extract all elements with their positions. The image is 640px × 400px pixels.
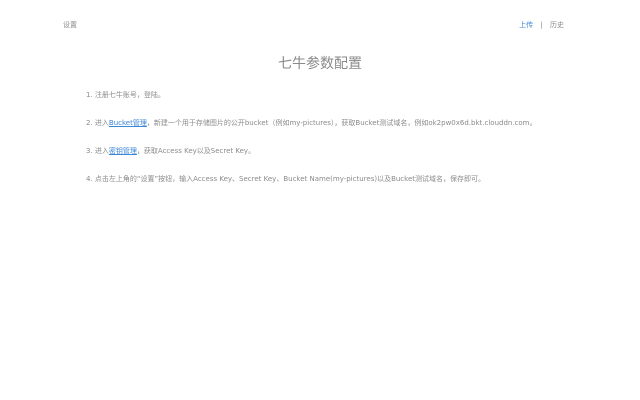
step-4: 4. 点击左上角的“设置”按钮，输入Access Key、Secret Key、… [86,173,606,185]
step-3: 3. 进入密钥管理，获取Access Key以及Secret Key。 [86,145,606,157]
history-link[interactable]: 历史 [550,21,564,29]
bucket-management-link[interactable]: Bucket管理 [109,119,147,127]
step-3-suffix: ，获取Access Key以及Secret Key。 [136,147,256,155]
step-4-text: 4. 点击左上角的“设置”按钮，输入Access Key、Secret Key、… [86,175,486,183]
step-2-suffix: ，新建一个用于存储图片的公开bucket（例如my-pictures），获取Bu… [146,119,537,127]
step-2-prefix: 2. 进入 [86,119,109,127]
setup-steps: 1. 注册七牛账号，登陆。 2. 进入Bucket管理，新建一个用于存储图片的公… [86,89,606,201]
nav-separator: | [540,21,543,29]
page-title: 七牛参数配置 [278,56,362,72]
top-bar: 设置 上传 | 历史 [63,19,564,31]
key-management-link[interactable]: 密钥管理 [109,147,137,155]
qiniu-config-page: 设置 上传 | 历史 七牛参数配置 1. 注册七牛账号，登陆。 2. 进入Buc… [0,0,640,400]
step-3-prefix: 3. 进入 [86,147,109,155]
step-2: 2. 进入Bucket管理，新建一个用于存储图片的公开bucket（例如my-p… [86,117,606,129]
step-1: 1. 注册七牛账号，登陆。 [86,89,606,101]
upload-link[interactable]: 上传 [519,21,533,29]
top-nav: 上传 | 历史 [519,19,564,31]
settings-button[interactable]: 设置 [63,19,77,31]
step-1-text: 1. 注册七牛账号，登陆。 [86,91,165,99]
